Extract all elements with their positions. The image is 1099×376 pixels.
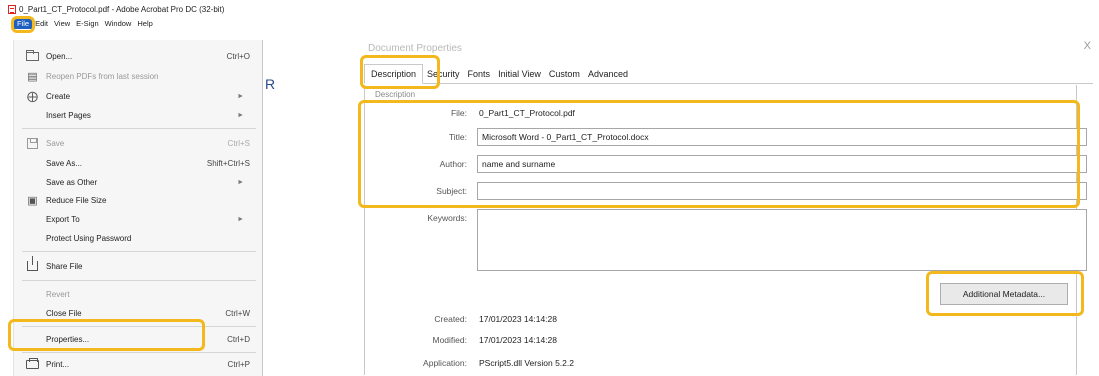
submenu-arrow-icon: ► (237, 92, 244, 100)
menu-item-shortcut: Ctrl+P (227, 359, 250, 369)
menu-item-label: Export To (46, 214, 80, 224)
title-field[interactable]: Microsoft Word - 0_Part1_CT_Protocol.doc… (477, 128, 1087, 146)
reduce-size-icon: ▣ (27, 194, 38, 207)
tab-fonts[interactable]: Fonts (464, 65, 495, 83)
subject-label: Subject: (436, 186, 467, 196)
create-icon: ⨁ (27, 90, 38, 103)
menu-item-label: Open... (46, 51, 73, 61)
file-label: File: (450, 108, 467, 118)
menu-window[interactable]: Window (102, 19, 135, 28)
additional-metadata-button[interactable]: Additional Metadata... (940, 283, 1068, 305)
menu-item-properties[interactable]: Properties... Ctrl+D (14, 329, 264, 349)
save-icon (26, 137, 39, 149)
application-label: Application: (423, 358, 467, 368)
author-field[interactable]: name and surname (477, 155, 1087, 173)
menu-separator (22, 280, 256, 281)
menu-item-shortcut: Ctrl+S (227, 138, 250, 148)
menu-item-shortcut: Ctrl+W (225, 308, 250, 318)
menu-item-label: Revert (46, 289, 70, 299)
modified-value: 17/01/2023 14:14:28 (479, 335, 557, 345)
menu-esign[interactable]: E-Sign (73, 19, 102, 28)
author-label: Author: (439, 159, 467, 169)
description-panel: Description File: 0_Part1_CT_Protocol.pd… (364, 85, 1087, 375)
close-icon[interactable]: X (1084, 40, 1091, 52)
menu-item-open[interactable]: Open... Ctrl+O (14, 46, 264, 66)
menu-item-shortcut: Shift+Ctrl+S (206, 158, 250, 168)
menubar: File Edit View E-Sign Window Help (14, 17, 156, 30)
reopen-icon: ▤ (27, 70, 38, 83)
menu-item-protect-password[interactable]: Protect Using Password (14, 228, 264, 248)
menu-separator (22, 128, 256, 129)
menu-item-label: Protect Using Password (46, 233, 132, 243)
menu-item-export-to[interactable]: Export To ► (14, 209, 264, 229)
dialog-title: Document Properties (368, 43, 462, 54)
menu-item-label: Reopen PDFs from last session (46, 71, 159, 81)
menu-item-close-file[interactable]: Close File Ctrl+W (14, 303, 264, 323)
open-folder-icon (26, 49, 39, 62)
menu-item-save-as[interactable]: Save As... Shift+Ctrl+S (14, 153, 264, 173)
tab-bar: Description Security Fonts Initial View … (364, 62, 1093, 84)
menu-item-reopen[interactable]: ▤ Reopen PDFs from last session (14, 66, 264, 86)
menu-item-label: Save as Other (46, 177, 98, 187)
menu-separator (22, 251, 256, 252)
menu-item-label: Print... (46, 359, 70, 369)
created-label: Created: (434, 314, 467, 324)
menu-item-label: Share File (46, 261, 83, 271)
keywords-label: Keywords: (427, 213, 467, 223)
menu-help[interactable]: Help (134, 19, 155, 28)
background-page-fragment: R (265, 76, 276, 92)
keywords-field[interactable] (477, 209, 1087, 271)
subject-field[interactable] (477, 182, 1087, 200)
menu-separator (22, 326, 256, 327)
modified-label: Modified: (432, 335, 468, 345)
document-properties-dialog: Document Properties X Description Securi… (350, 30, 1099, 376)
menu-item-label: Save (46, 138, 65, 148)
submenu-arrow-icon: ► (237, 178, 244, 186)
application-value: PScript5.dll Version 5.2.2 (479, 358, 574, 368)
window-title: 0_Part1_CT_Protocol.pdf - Adobe Acrobat … (19, 5, 225, 14)
menu-item-label: Properties... (46, 334, 90, 344)
menu-item-revert[interactable]: Revert (14, 284, 264, 304)
share-icon (26, 256, 39, 272)
menu-item-label: Create (46, 91, 71, 101)
tab-description[interactable]: Description (364, 64, 424, 84)
menu-file[interactable]: File (14, 18, 33, 29)
window-titlebar: 0_Part1_CT_Protocol.pdf - Adobe Acrobat … (8, 3, 224, 16)
menu-item-save[interactable]: Save Ctrl+S (14, 133, 264, 153)
menu-item-shortcut: Ctrl+D (227, 334, 250, 344)
menu-separator (22, 352, 256, 353)
menu-item-reduce-file-size[interactable]: ▣ Reduce File Size (14, 190, 264, 210)
menu-item-insert-pages[interactable]: Insert Pages ► (14, 105, 264, 125)
group-label: Description (375, 90, 416, 99)
menu-item-save-as-other[interactable]: Save as Other ► (14, 172, 264, 192)
menu-item-label: Reduce File Size (46, 195, 107, 205)
print-icon (26, 357, 39, 370)
submenu-arrow-icon: ► (237, 111, 244, 119)
submenu-arrow-icon: ► (237, 215, 244, 223)
menu-item-shortcut: Ctrl+O (226, 51, 250, 61)
title-label: Title: (448, 132, 467, 142)
menu-item-label: Save As... (46, 158, 83, 168)
tab-advanced[interactable]: Advanced (584, 65, 632, 83)
menu-item-label: Close File (46, 308, 82, 318)
menu-item-label: Insert Pages (46, 110, 91, 120)
file-dropdown-menu: Open... Ctrl+O ▤ Reopen PDFs from last s… (13, 40, 263, 376)
menu-item-print[interactable]: Print... Ctrl+P (14, 354, 264, 374)
tab-custom[interactable]: Custom (545, 65, 584, 83)
file-value: 0_Part1_CT_Protocol.pdf (479, 108, 575, 118)
menu-item-share-file[interactable]: Share File (14, 256, 264, 276)
menu-view[interactable]: View (51, 19, 73, 28)
tab-initial-view[interactable]: Initial View (494, 65, 545, 83)
created-value: 17/01/2023 14:14:28 (479, 314, 557, 324)
menu-edit[interactable]: Edit (32, 19, 51, 28)
pdf-file-icon (8, 5, 16, 14)
tab-security[interactable]: Security (423, 65, 464, 83)
menu-item-create[interactable]: ⨁ Create ► (14, 86, 264, 106)
